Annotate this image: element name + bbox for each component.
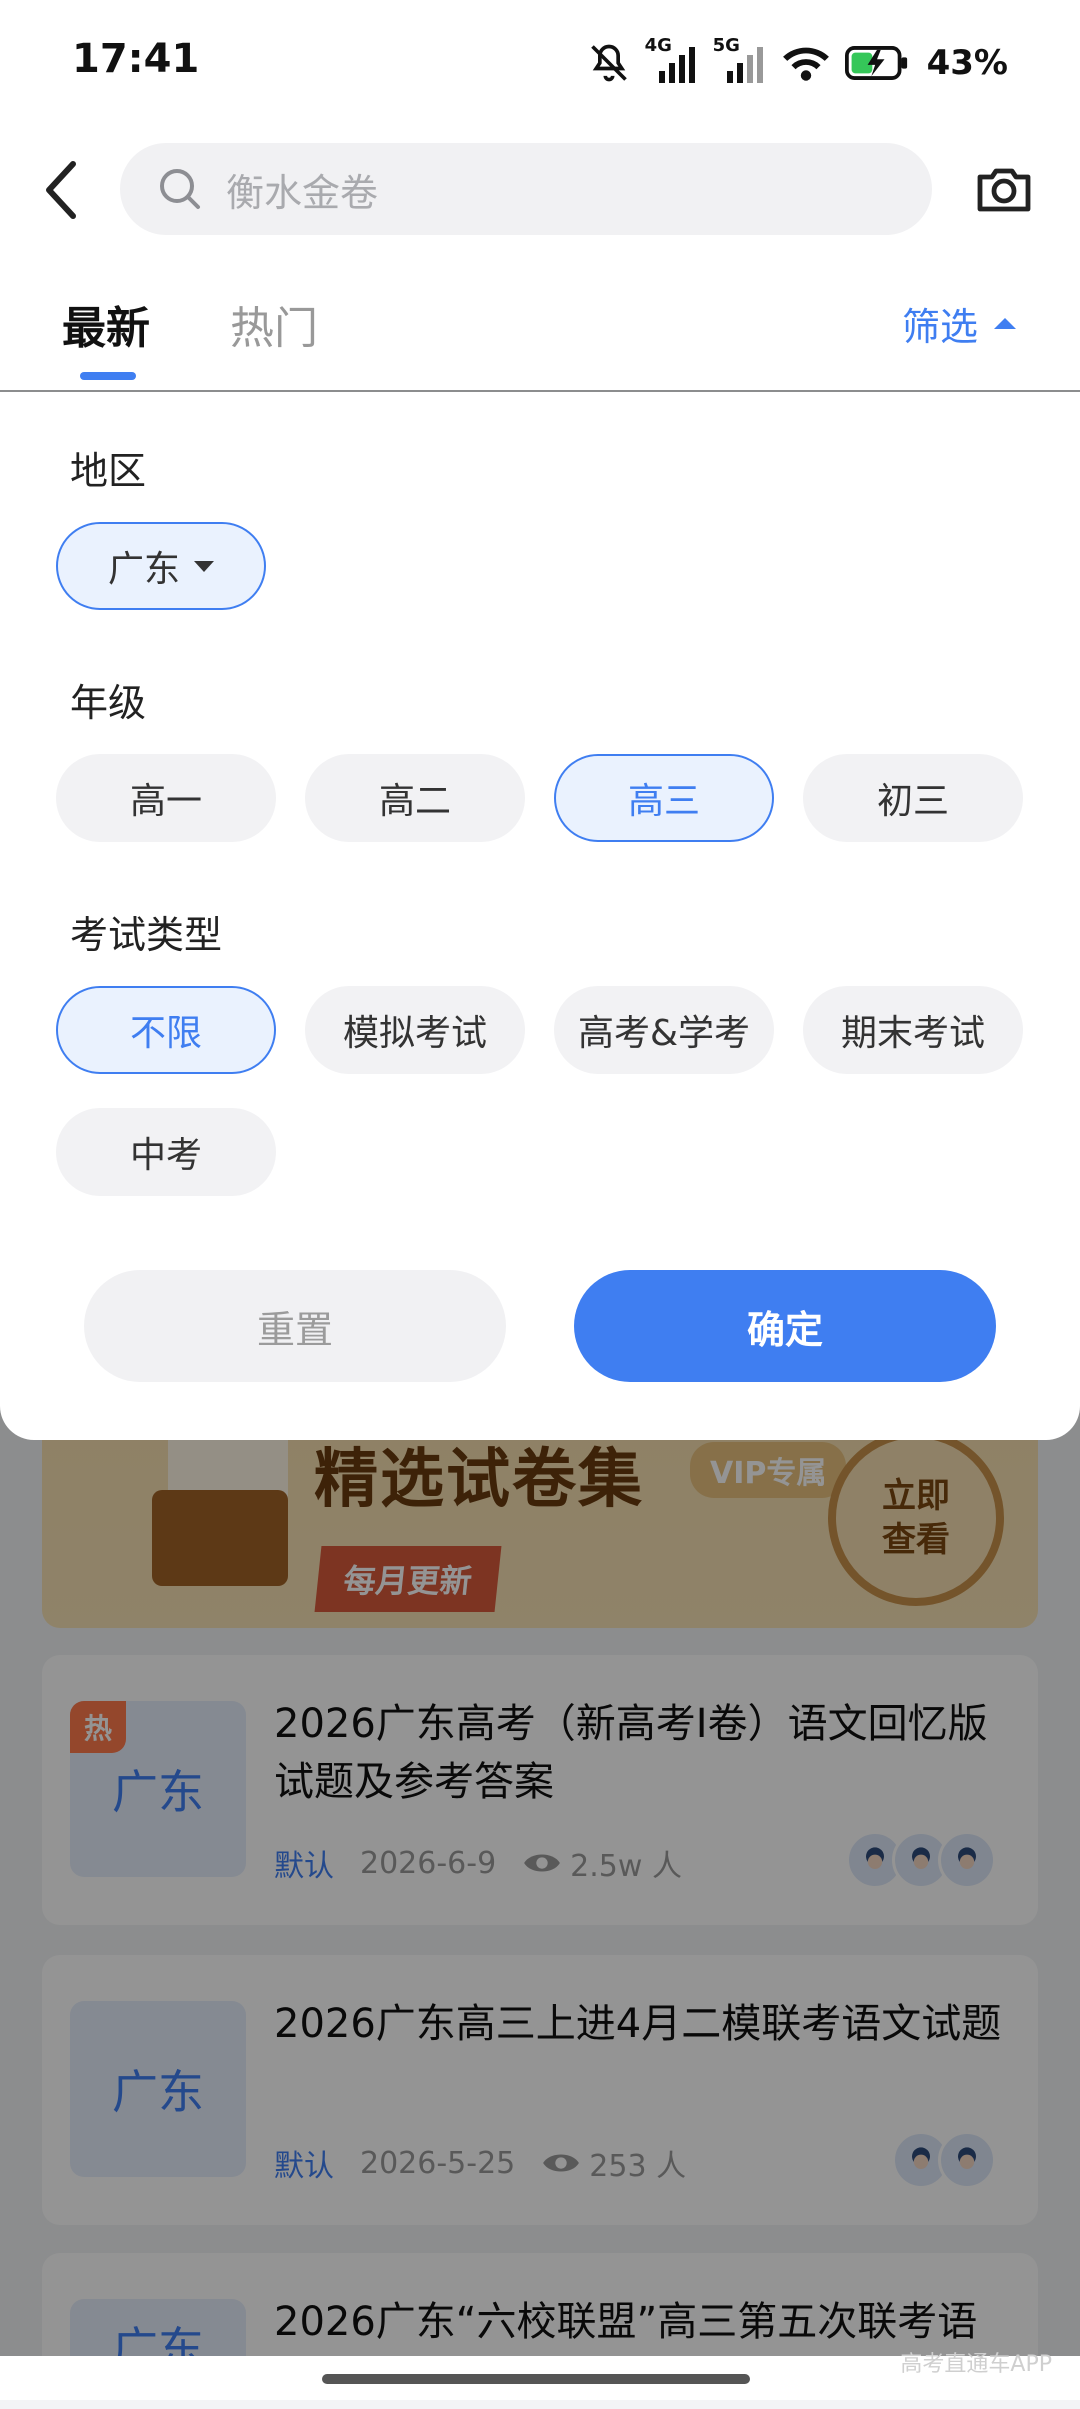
tab-indicator — [80, 372, 136, 380]
exam-type-label: 考试类型 — [70, 913, 223, 957]
grade-chip[interactable]: 高二 — [305, 754, 525, 842]
search-placeholder: 衡水金卷 — [226, 170, 379, 215]
exam-type-chip[interactable]: 模拟考试 — [305, 986, 525, 1074]
back-button[interactable] — [36, 155, 86, 225]
signal-5g-icon: 5G — [713, 35, 767, 85]
region-value: 广东 — [107, 549, 180, 590]
exam-type-chip[interactable]: 高考&学考 — [554, 986, 774, 1074]
exam-type-chip-selected[interactable]: 不限 — [56, 986, 276, 1074]
status-bar: 17:41 4G 5G 43% — [0, 0, 1080, 125]
grade-chip[interactable]: 初三 — [803, 754, 1023, 842]
camera-button[interactable] — [972, 157, 1036, 221]
status-time: 17:41 — [72, 36, 200, 82]
tab-latest[interactable]: 最新 — [62, 292, 150, 356]
battery-charging-icon — [844, 44, 909, 82]
mute-icon — [587, 41, 631, 85]
filter-panel: 地区 广东 年级 高一 高二 高三 初三 考试类型 不限 模拟考试 高考&学考 … — [0, 392, 1080, 1440]
caret-down-icon — [194, 560, 214, 572]
wifi-icon — [781, 41, 831, 85]
chevron-left-icon — [46, 161, 76, 219]
tab-bar: 最新 热门 筛选 — [0, 260, 1080, 392]
signal-4g-icon: 4G — [645, 35, 699, 85]
grade-chip-selected[interactable]: 高三 — [554, 754, 774, 842]
filter-toggle-button[interactable]: 筛选 — [902, 296, 1016, 351]
gesture-handle[interactable] — [322, 2374, 750, 2384]
tab-hot[interactable]: 热门 — [230, 292, 318, 356]
watermark: 高考直通车APP — [900, 2352, 1052, 2377]
exam-type-chip[interactable]: 中考 — [56, 1108, 276, 1196]
region-label: 地区 — [70, 449, 147, 493]
filter-label: 筛选 — [901, 305, 978, 349]
caret-up-icon — [994, 318, 1016, 329]
grade-chip[interactable]: 高一 — [56, 754, 276, 842]
status-icons: 4G 5G 43% — [587, 35, 1008, 88]
region-select[interactable]: 广东 — [56, 522, 266, 610]
confirm-button[interactable]: 确定 — [574, 1270, 996, 1382]
camera-icon — [977, 168, 1031, 212]
search-icon — [160, 169, 200, 209]
search-input[interactable]: 衡水金卷 — [120, 143, 932, 235]
exam-type-chip[interactable]: 期末考试 — [803, 986, 1023, 1074]
search-header: 衡水金卷 — [0, 125, 1080, 260]
grade-label: 年级 — [70, 681, 147, 725]
battery-percent: 43% — [926, 43, 1008, 83]
reset-button[interactable]: 重置 — [84, 1270, 506, 1382]
